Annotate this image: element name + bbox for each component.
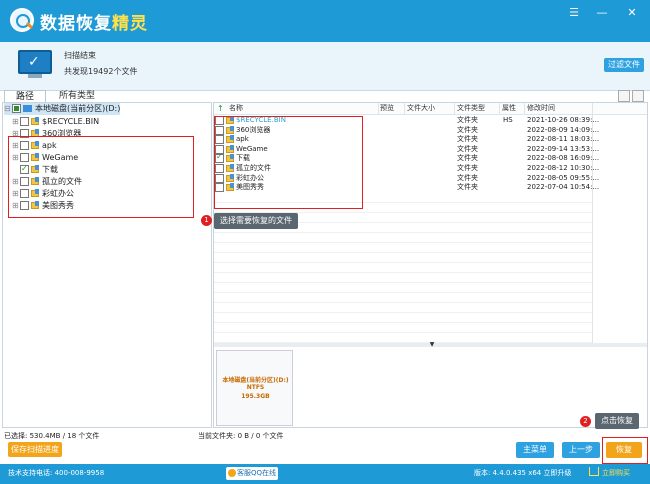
preview-filesystem: NTFS [246, 384, 265, 391]
row-modified: 2022-08-11 18:03:... [527, 135, 600, 144]
step2-tip: 点击恢复 [595, 413, 639, 429]
column-divider [524, 103, 525, 114]
row-attr: HS [503, 116, 513, 124]
splitter-grip-icon[interactable]: ▼ [425, 342, 439, 348]
tree-item-checkbox[interactable] [20, 117, 29, 126]
recover-highlight [602, 437, 648, 464]
preview-capacity: 195.3GB [241, 393, 270, 400]
scan-file-count: 共发现19492个文件 [64, 67, 138, 76]
support-phone: 技术支持电话: 400-008-9958 [8, 469, 105, 477]
column-divider [592, 103, 593, 114]
up-folder-icon[interactable]: ↑ [217, 103, 224, 114]
scan-status: 扫描结束 [64, 51, 96, 60]
drive-icon [23, 105, 32, 112]
col-preview[interactable]: 预览 [380, 103, 394, 114]
row-modified: 2022-09-14 13:53:... [527, 144, 600, 153]
step1-tip: 选择需要恢复的文件 [214, 213, 298, 229]
step1-badge: 1 [201, 215, 212, 226]
qq-icon [228, 469, 236, 477]
preview-pane: 本地磁盘(当前分区)(D:) NTFS 195.3GB [216, 350, 293, 426]
row-type: 文件夹 [457, 144, 478, 153]
version-info[interactable]: 版本: 4.4.0.435 x64 立即升级 [474, 468, 571, 478]
row-type: 文件夹 [457, 164, 478, 172]
column-divider [378, 103, 379, 114]
buy-now-link[interactable]: 立即购买 [602, 468, 630, 478]
tree-item-label: $RECYCLE.BIN [42, 117, 100, 126]
folder-icon [31, 117, 39, 125]
cart-icon[interactable] [589, 467, 599, 476]
selection-highlight-list [214, 116, 363, 209]
app-title: 数据恢复精灵 [40, 9, 148, 34]
col-size[interactable]: 文件大小 [407, 103, 435, 114]
online-support-button[interactable]: 客服QQ在线 [226, 467, 278, 480]
app-title-main: 数据恢复 [40, 14, 112, 34]
col-attr[interactable]: 属性 [502, 103, 516, 114]
expand-icon[interactable]: ⊞ [12, 116, 20, 128]
column-divider [592, 114, 593, 344]
row-modified: 2022-08-05 09:55:... [527, 173, 600, 182]
row-type: 文件夹 [457, 173, 478, 182]
row-modified: 2022-08-12 10:30:... [527, 164, 600, 172]
tree-item[interactable]: ⊞ $RECYCLE.BIN [12, 116, 99, 128]
tree-root[interactable]: ⊟ 本地磁盘(当前分区)(D:) [4, 103, 121, 115]
app-title-accent: 精灵 [112, 14, 148, 34]
app-logo-icon [10, 8, 34, 32]
row-type: 文件夹 [457, 135, 478, 144]
current-folder-summary: 当前文件夹: 0 B / 0 个文件 [198, 432, 284, 440]
previous-button[interactable]: 上一步 [562, 442, 600, 458]
selected-summary: 已选择: 530.4MB / 18 个文件 [4, 432, 100, 440]
preview-drive-name: 本地磁盘(当前分区)(D:) [222, 377, 289, 384]
col-modified[interactable]: 修改时间 [527, 103, 555, 114]
row-type: 文件夹 [457, 183, 478, 192]
monitor-check-icon: ✓ [18, 50, 52, 74]
row-type: 文件夹 [457, 154, 478, 163]
minimize-icon[interactable]: — [594, 6, 610, 20]
main-menu-button[interactable]: 主菜单 [516, 442, 554, 458]
tree-root-checkbox[interactable] [12, 104, 21, 113]
row-type: 文件夹 [457, 116, 478, 124]
step2-badge: 2 [580, 416, 591, 427]
tree-root-label: 本地磁盘(当前分区)(D:) [35, 104, 121, 113]
row-modified: 2022-08-08 16:09:... [527, 154, 600, 163]
column-divider [454, 103, 455, 114]
save-progress-button[interactable]: 保存扫描进度 [8, 442, 62, 457]
col-name[interactable]: 名称 [229, 103, 243, 114]
row-modified: 2022-08-09 14:09:... [527, 125, 600, 134]
close-icon[interactable]: ✕ [624, 6, 640, 20]
column-divider [404, 103, 405, 114]
row-type: 文件夹 [457, 125, 478, 134]
column-divider [499, 103, 500, 114]
tab-all-types[interactable]: 所有类型 [48, 90, 106, 102]
online-support-label: 客服QQ在线 [237, 469, 277, 477]
collapse-icon[interactable]: ⊟ [4, 103, 12, 115]
row-modified: 2022-07-04 10:54:... [527, 183, 600, 192]
selection-highlight-tree [8, 136, 194, 218]
menu-icon[interactable]: ☰ [566, 6, 582, 20]
thumbnail-view-icon[interactable] [632, 90, 644, 102]
row-modified: 2021-10-26 08:39:... [527, 116, 600, 124]
list-view-icon[interactable] [618, 90, 630, 102]
monitor-stand [28, 74, 42, 78]
col-type[interactable]: 文件类型 [457, 103, 485, 114]
filter-files-button[interactable]: 过滤文件 [604, 58, 644, 72]
